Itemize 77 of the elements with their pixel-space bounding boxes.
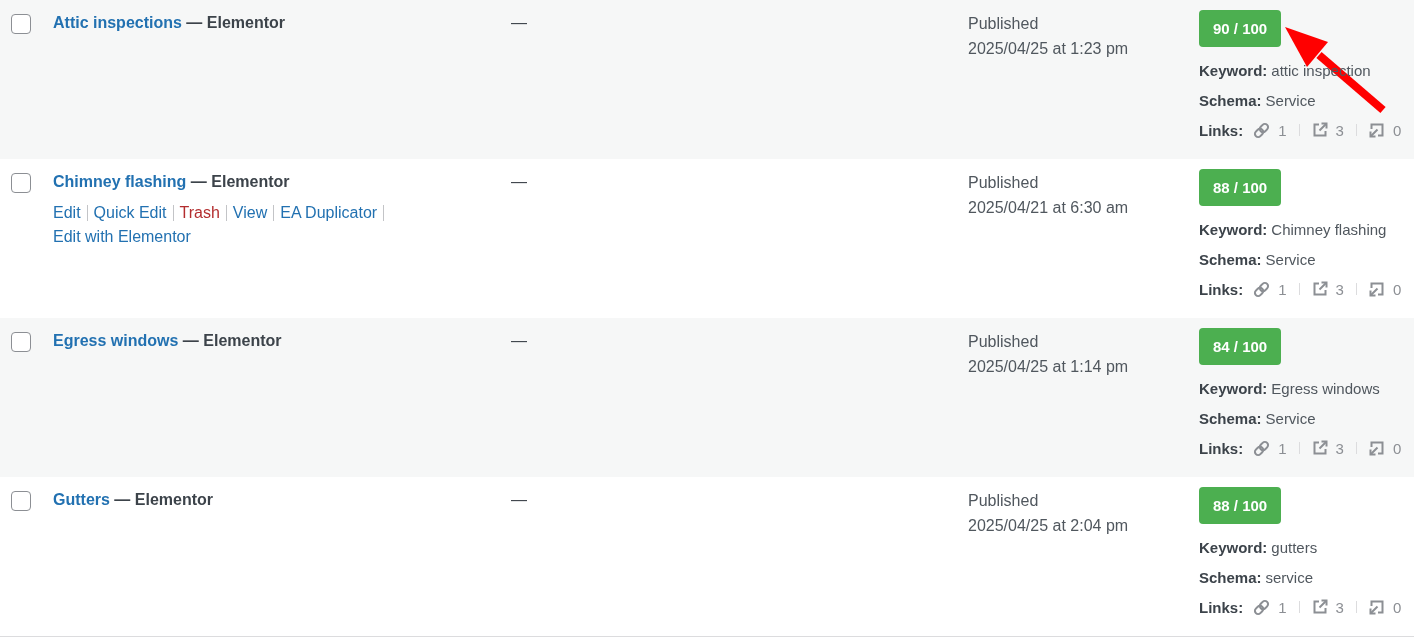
box-arrow-up-right-icon [1311, 440, 1328, 456]
link-count: 1 [1278, 598, 1287, 616]
keyword-label: Keyword: [1199, 61, 1268, 79]
link-count: 3 [1335, 121, 1344, 139]
author-text: — [511, 490, 527, 510]
post-state-label: — Elementor [114, 491, 214, 508]
keyword-value: Chimney flashing [1271, 220, 1387, 238]
schema-label: Schema: [1199, 91, 1262, 109]
schema-label: Schema: [1199, 568, 1262, 586]
keyword-label: Keyword: [1199, 220, 1268, 238]
link-count: 0 [1392, 121, 1402, 139]
schema-value: Service [1265, 409, 1316, 427]
link-count: 3 [1335, 439, 1344, 457]
row-action-link[interactable]: Edit [53, 204, 81, 221]
link-count: 1 [1278, 121, 1287, 139]
row-action-link[interactable]: Edit with Elementor [53, 228, 191, 245]
keyword-label: Keyword: [1199, 538, 1268, 556]
link-count: 1 [1278, 280, 1287, 298]
box-arrow-down-left-icon [1368, 122, 1385, 138]
date-text: 2025/04/25 at 2:04 pm [968, 516, 1129, 536]
status-text: Published [968, 491, 1039, 511]
schema-label: Schema: [1199, 409, 1262, 427]
post-title-link[interactable]: Attic inspections [53, 14, 182, 31]
status-text: Published [968, 14, 1039, 34]
status-text: Published [968, 332, 1039, 352]
seo-score-badge: 88 / 100 [1199, 169, 1282, 206]
seo-score-badge: 88 / 100 [1199, 487, 1282, 524]
date-text: 2025/04/21 at 6:30 am [968, 198, 1129, 218]
row-action-link[interactable]: EA Duplicator [280, 204, 378, 221]
post-title-link[interactable]: Chimney flashing [53, 173, 187, 190]
keyword-value: gutters [1271, 538, 1318, 556]
author-text: — [511, 331, 527, 351]
link-count: 0 [1392, 280, 1402, 298]
links-label: Links: [1199, 280, 1244, 298]
chain-icon [1253, 439, 1271, 457]
link-count: 0 [1392, 598, 1402, 616]
seo-score-badge: 90 / 100 [1199, 10, 1282, 47]
chain-icon [1253, 280, 1271, 298]
post-state-label: — Elementor [186, 14, 286, 31]
schema-value: service [1265, 568, 1314, 586]
link-count: 3 [1335, 280, 1344, 298]
box-arrow-up-right-icon [1311, 281, 1328, 297]
box-arrow-up-right-icon [1311, 122, 1328, 138]
links-label: Links: [1199, 598, 1244, 616]
row-checkbox[interactable] [11, 491, 31, 511]
date-text: 2025/04/25 at 1:23 pm [968, 39, 1129, 59]
seo-score-badge: 84 / 100 [1199, 328, 1282, 365]
link-count: 1 [1278, 439, 1287, 457]
chain-icon [1253, 121, 1271, 139]
schema-value: Service [1265, 91, 1316, 109]
links-label: Links: [1199, 439, 1244, 457]
box-arrow-down-left-icon [1368, 281, 1385, 297]
row-action-link[interactable]: Quick Edit [93, 204, 167, 221]
keyword-value: Egress windows [1271, 379, 1380, 397]
author-text: — [511, 172, 527, 192]
schema-label: Schema: [1199, 250, 1262, 268]
chain-icon [1253, 598, 1271, 616]
author-text: — [511, 13, 527, 33]
post-title-link[interactable]: Gutters [53, 491, 110, 508]
schema-value: Service [1265, 250, 1316, 268]
date-text: 2025/04/25 at 1:14 pm [968, 357, 1129, 377]
keyword-label: Keyword: [1199, 379, 1268, 397]
box-arrow-up-right-icon [1311, 599, 1328, 615]
row-checkbox[interactable] [11, 14, 31, 34]
links-label: Links: [1199, 121, 1244, 139]
status-text: Published [968, 173, 1039, 193]
link-count: 3 [1335, 598, 1344, 616]
post-title-link[interactable]: Egress windows [53, 332, 179, 349]
post-state-label: — Elementor [182, 332, 282, 349]
row-action-link[interactable]: View [232, 204, 268, 221]
box-arrow-down-left-icon [1368, 440, 1385, 456]
link-count: 0 [1392, 439, 1402, 457]
post-state-label: — Elementor [190, 173, 290, 190]
box-arrow-down-left-icon [1368, 599, 1385, 615]
row-checkbox[interactable] [11, 332, 31, 352]
trash-link[interactable]: Trash [179, 204, 220, 221]
row-checkbox[interactable] [11, 173, 31, 193]
